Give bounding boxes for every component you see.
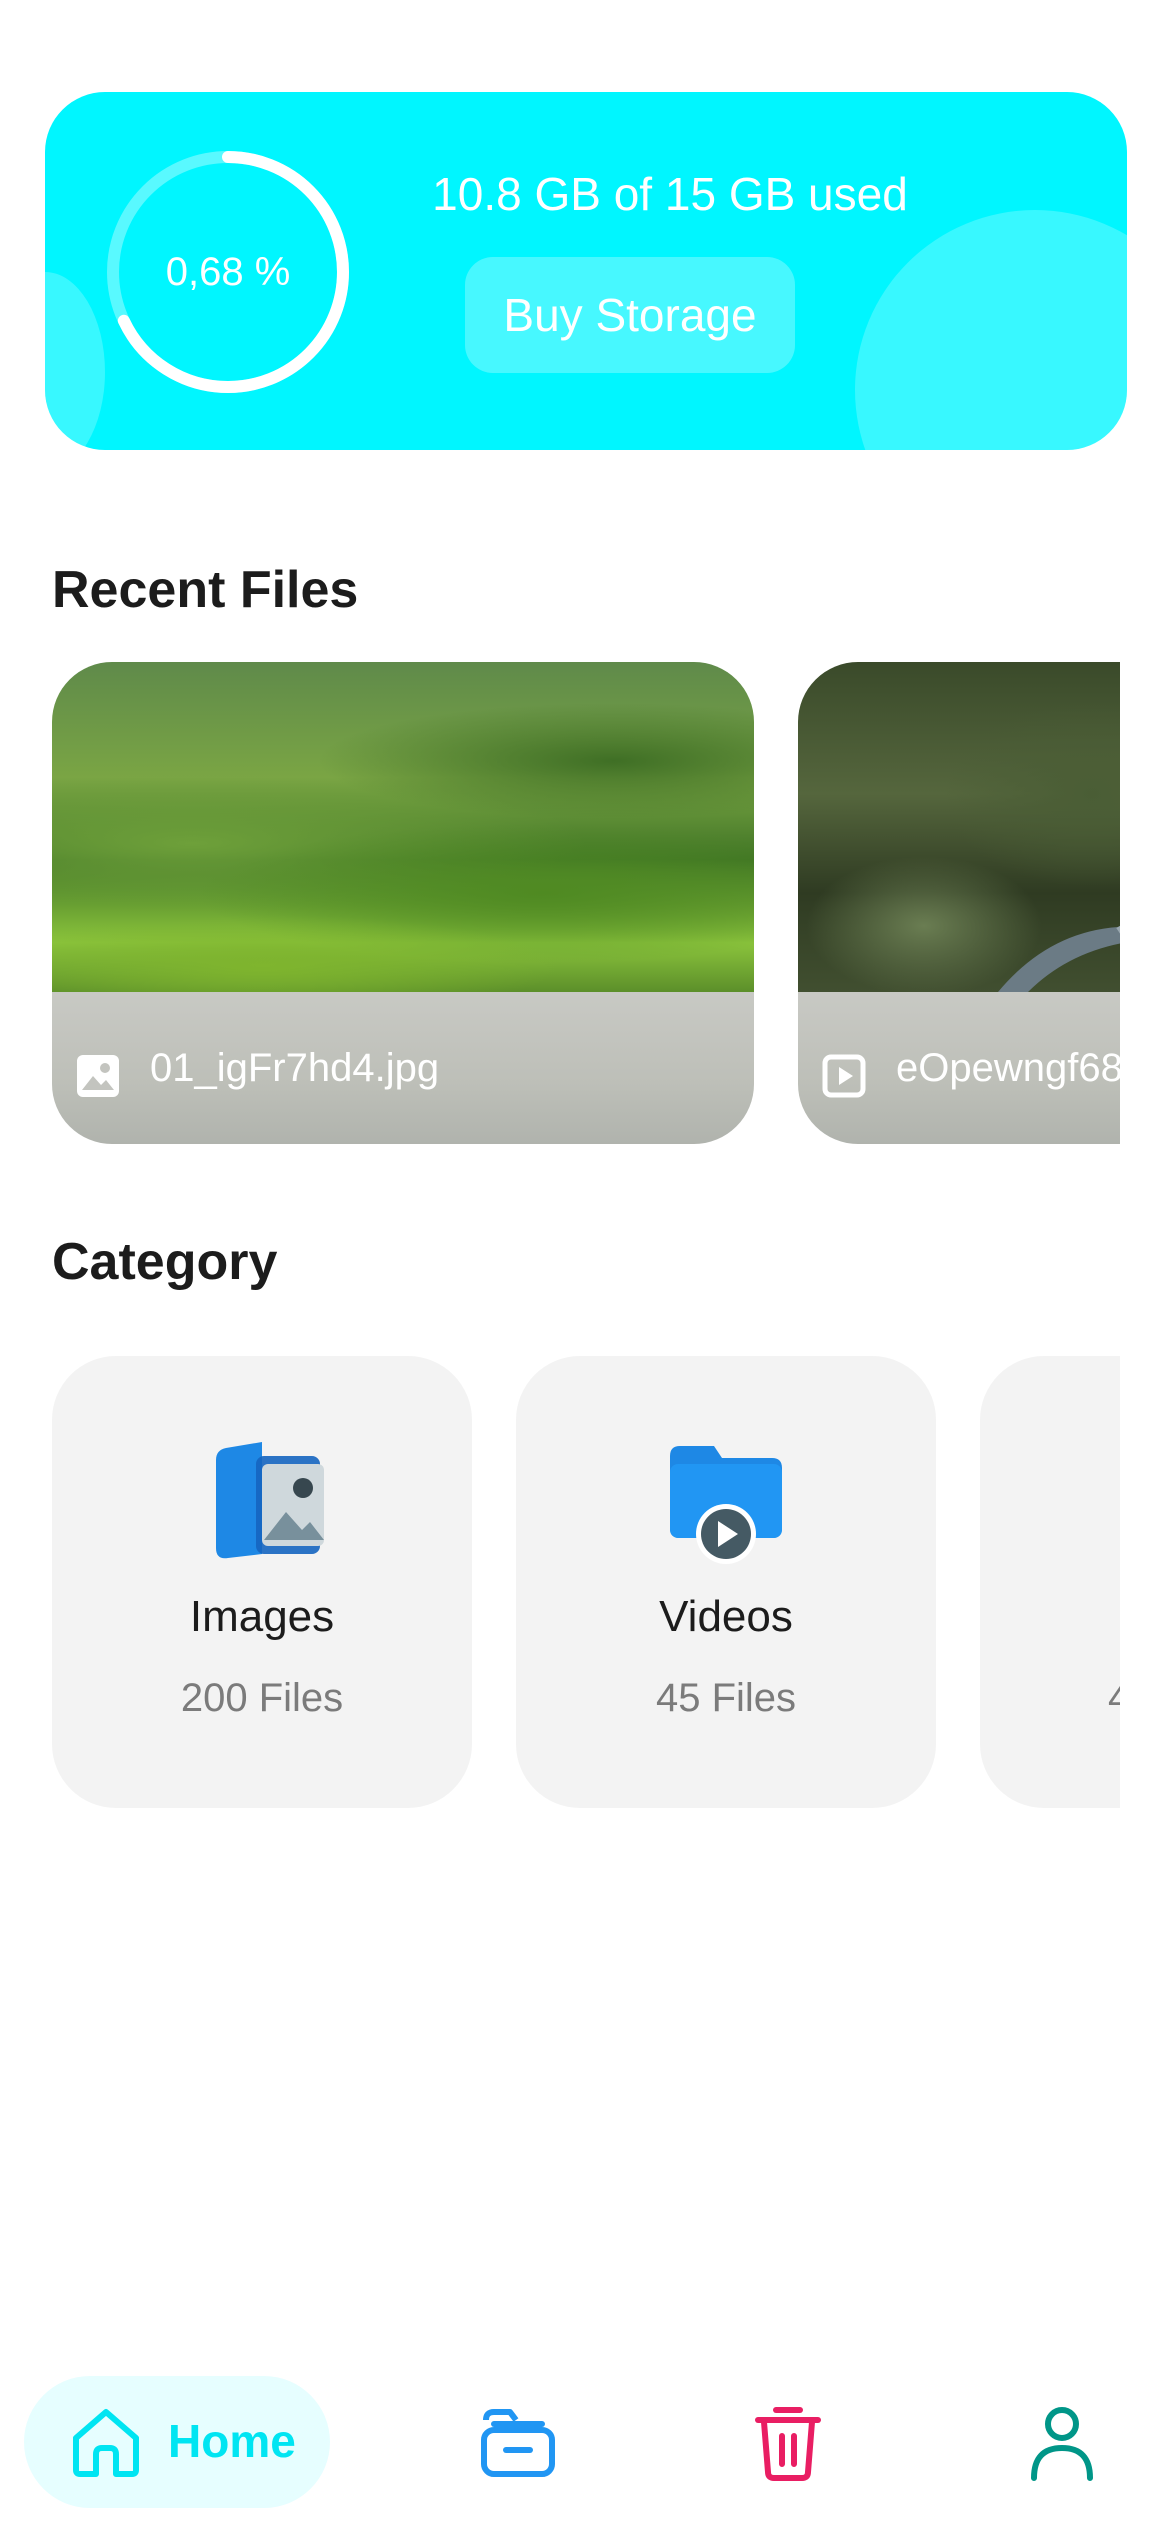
file-card-footer: 01_igFr7hd4.jpg: [52, 992, 754, 1144]
recent-file-card[interactable]: eOpewngf68: [798, 662, 1120, 1144]
buy-storage-button[interactable]: Buy Storage: [465, 257, 795, 373]
storage-percent-label: 0,68 %: [165, 249, 291, 294]
storage-usage-text: 10.8 GB of 15 GB used: [432, 168, 908, 220]
storage-card: 0,68 % 10.8 GB of 15 GB used Buy Storage: [45, 92, 1127, 450]
folder-icon[interactable]: [476, 2400, 560, 2484]
videos-category-icon: [670, 1446, 782, 1564]
image-file-icon: [77, 1055, 119, 1097]
decorative-bubble: [855, 210, 1127, 450]
category-carousel[interactable]: Images 200 Files Videos 45 Files 4: [52, 1356, 1120, 1808]
recent-files-title: Recent Files: [52, 561, 359, 619]
category-card-videos[interactable]: Videos 45 Files: [516, 1356, 936, 1808]
category-card-images[interactable]: Images 200 Files: [52, 1356, 472, 1808]
category-name: Videos: [659, 1592, 793, 1641]
nav-home-label: Home: [168, 2415, 296, 2467]
category-count: 4: [1108, 1676, 1120, 1720]
decorative-bubble: [45, 272, 105, 450]
app-screen: 0,68 % 10.8 GB of 15 GB used Buy Storage…: [0, 0, 1170, 2532]
category-count: 200 Files: [180, 1676, 344, 1720]
storage-progress-ring: 0,68 %: [103, 147, 353, 397]
category-count: 45 Files: [655, 1676, 797, 1720]
trash-icon[interactable]: [746, 2400, 830, 2484]
video-file-icon: [822, 1054, 866, 1098]
file-name: eOpewngf68: [896, 1046, 1120, 1090]
recent-file-card[interactable]: 01_igFr7hd4.jpg: [52, 662, 754, 1144]
recent-files-carousel[interactable]: 01_igFr7hd4.jpg eOpewngf68: [52, 662, 1120, 1144]
images-category-icon: [216, 1442, 324, 1559]
file-name: 01_igFr7hd4.jpg: [150, 1046, 440, 1090]
category-name: Images: [189, 1592, 335, 1641]
profile-icon[interactable]: [1020, 2400, 1104, 2484]
file-thumbnail: [52, 662, 754, 992]
category-card-partial[interactable]: 4: [980, 1356, 1120, 1808]
file-card-footer: eOpewngf68: [798, 992, 1120, 1144]
category-title: Category: [52, 1233, 278, 1291]
file-thumbnail: [798, 662, 1120, 992]
bottom-navigation: Home: [0, 2360, 1170, 2532]
nav-home-tab[interactable]: Home: [24, 2376, 330, 2508]
home-icon: [73, 2409, 139, 2477]
